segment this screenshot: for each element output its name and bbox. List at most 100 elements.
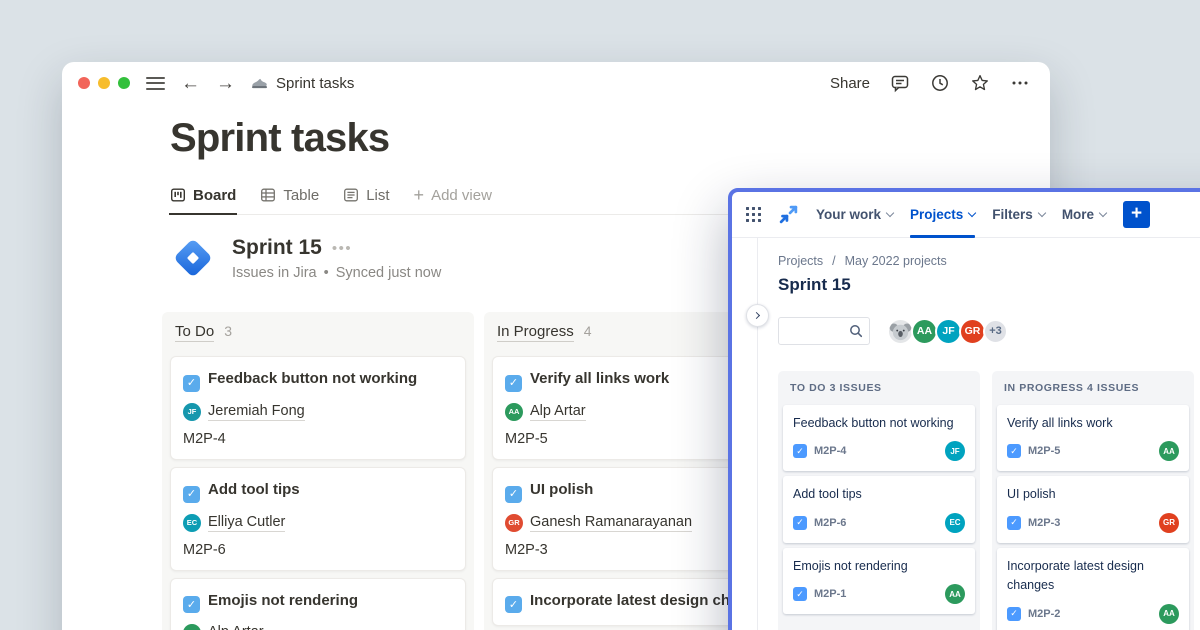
avatar[interactable]: JF <box>935 318 962 345</box>
column-name[interactable]: To Do <box>175 323 214 342</box>
column-count: 4 <box>584 323 592 339</box>
tab-list[interactable]: List <box>343 187 389 204</box>
issue-card[interactable]: Emojis not rendering M2P-1 AA <box>783 548 975 614</box>
notion-titlebar: ← → Sprint tasks Share <box>62 62 1050 104</box>
avatar[interactable]: AA <box>911 318 938 345</box>
issue-card[interactable]: Feedback button not working M2P-4 JF <box>783 405 975 471</box>
task-type-icon <box>1007 516 1021 530</box>
board-search-input[interactable] <box>779 318 849 344</box>
sidebar-expand-button[interactable] <box>746 304 769 327</box>
assignee-link[interactable]: Ganesh Ramanarayanan <box>530 514 692 532</box>
back-arrow-icon[interactable]: ← <box>181 74 200 93</box>
chevron-down-icon <box>1038 208 1046 216</box>
issue-card[interactable]: Incorporate latest design changes M2P-2 … <box>997 548 1189 630</box>
more-options-icon[interactable] <box>1010 73 1030 93</box>
task-card[interactable]: Add tool tips EC Elliya Cutler M2P-6 <box>170 467 466 571</box>
issue-title: Feedback button not working <box>793 414 965 433</box>
nav-more[interactable]: More <box>1062 192 1106 238</box>
tab-table[interactable]: Table <box>260 187 319 204</box>
task-card[interactable]: Feedback button not working JFJeremiah F… <box>170 356 466 460</box>
forward-arrow-icon[interactable]: → <box>216 74 235 93</box>
updates-clock-icon[interactable] <box>930 73 950 93</box>
titlebar-actions: Share <box>830 73 1030 93</box>
issue-key: M2P-6 <box>814 517 846 529</box>
issue-card[interactable]: Add tool tips M2P-6 EC <box>783 476 975 542</box>
issue-avatar[interactable]: AA <box>945 584 965 604</box>
board-search[interactable] <box>778 317 870 345</box>
sync-status: Synced just now <box>336 265 442 281</box>
assignee-avatar: AA <box>505 403 523 421</box>
add-view-button[interactable]: + Add view <box>414 186 492 204</box>
comments-icon[interactable] <box>890 73 910 93</box>
task-type-icon <box>1007 444 1021 458</box>
nav-your-work[interactable]: Your work <box>816 192 893 238</box>
plus-icon: + <box>414 186 425 204</box>
close-window-button[interactable] <box>78 77 90 89</box>
member-avatars: AA JF GR +3 <box>887 318 1008 345</box>
nav-filters[interactable]: Filters <box>992 192 1045 238</box>
jira-column-todo: TO DO 3 ISSUES Feedback button not worki… <box>778 371 980 630</box>
issue-key: M2P-2 <box>1028 608 1060 620</box>
zoom-window-button[interactable] <box>118 77 130 89</box>
favorite-star-icon[interactable] <box>970 73 990 93</box>
checkbox-icon[interactable] <box>183 596 200 613</box>
issue-avatar[interactable]: EC <box>945 513 965 533</box>
issue-avatar[interactable]: AA <box>1159 441 1179 461</box>
assignee-avatar: EC <box>183 514 201 532</box>
issue-card[interactable]: Verify all links work M2P-5 AA <box>997 405 1189 471</box>
issue-title: Incorporate latest design changes <box>1007 557 1179 596</box>
checkbox-icon[interactable] <box>183 375 200 392</box>
issue-key: M2P-3 <box>1028 517 1060 529</box>
breadcrumb-projects[interactable]: Projects <box>778 254 823 268</box>
column-name[interactable]: In Progress <box>497 323 574 342</box>
assignee-avatar: AA <box>183 624 201 630</box>
titlebar-doc-title[interactable]: Sprint tasks <box>276 75 354 92</box>
avatar-overflow[interactable]: +3 <box>983 319 1008 344</box>
chevron-down-icon <box>886 208 894 216</box>
jira-logo-icon[interactable] <box>778 204 799 225</box>
app-switcher-icon[interactable] <box>746 207 761 222</box>
issue-avatar[interactable]: JF <box>945 441 965 461</box>
checkbox-icon[interactable] <box>505 486 522 503</box>
card-id: M2P-6 <box>183 542 453 558</box>
checkbox-icon[interactable] <box>505 375 522 392</box>
task-type-icon <box>1007 607 1021 621</box>
assignee-link[interactable]: Alp Artar <box>208 624 264 630</box>
issue-avatar[interactable]: GR <box>1159 513 1179 533</box>
create-issue-button[interactable]: + Create issue <box>778 619 980 630</box>
checkbox-icon[interactable] <box>183 486 200 503</box>
issue-card[interactable]: UI polish M2P-3 GR <box>997 476 1189 542</box>
search-icon <box>849 324 863 338</box>
card-title: Add tool tips <box>208 481 300 498</box>
task-card[interactable]: Emojis not rendering AA Alp Artar <box>170 578 466 630</box>
task-type-icon <box>793 444 807 458</box>
tab-board[interactable]: Board <box>170 187 236 204</box>
avatar[interactable]: GR <box>959 318 986 345</box>
checkbox-icon[interactable] <box>505 596 522 613</box>
card-id: M2P-4 <box>183 431 453 447</box>
assignee-link[interactable]: Elliya Cutler <box>208 514 285 532</box>
card-title: Feedback button not working <box>208 370 417 387</box>
koala-avatar[interactable] <box>887 318 914 345</box>
share-button[interactable]: Share <box>830 75 870 92</box>
database-more-icon[interactable]: ••• <box>332 240 352 257</box>
assignee-link[interactable]: Jeremiah Fong <box>208 403 305 421</box>
card-title: Verify all links work <box>530 370 669 387</box>
column-header: TO DO 3 ISSUES <box>778 371 980 402</box>
jira-board: TO DO 3 ISSUES Feedback button not worki… <box>778 371 1200 630</box>
nav-projects[interactable]: Projects <box>910 192 975 238</box>
issue-key: M2P-5 <box>1028 445 1060 457</box>
issue-avatar[interactable]: AA <box>1159 604 1179 624</box>
database-title[interactable]: Sprint 15 <box>232 236 322 260</box>
breadcrumb-board[interactable]: May 2022 projects <box>845 254 947 268</box>
tab-label: Table <box>283 187 319 204</box>
jira-window: Your work Projects Filters More + Projec… <box>728 188 1200 630</box>
minimize-window-button[interactable] <box>98 77 110 89</box>
column-header: IN PROGRESS 4 ISSUES <box>992 371 1194 402</box>
column-count: 3 <box>224 323 232 339</box>
assignee-link[interactable]: Alp Artar <box>530 403 586 421</box>
card-title: Emojis not rendering <box>208 592 358 609</box>
create-button[interactable]: + <box>1123 201 1150 228</box>
add-view-label: Add view <box>431 187 492 204</box>
sidebar-toggle-icon[interactable] <box>146 77 165 90</box>
